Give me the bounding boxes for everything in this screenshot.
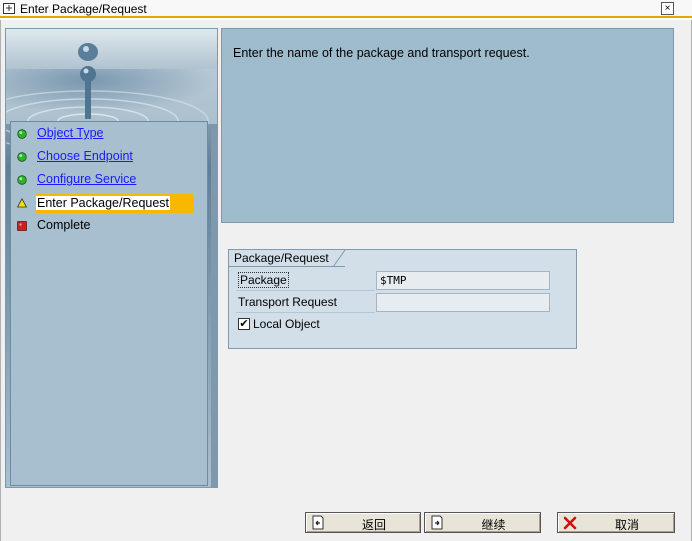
warning-triangle-icon [17,198,27,208]
back-button-label: 返回 [361,518,386,532]
status-red-icon [17,221,27,231]
close-button[interactable]: × [661,2,674,15]
step-label-current: Enter Package/Request [36,194,195,213]
cancel-x-icon [563,516,577,530]
transport-request-row: Transport Request [236,292,550,314]
package-request-group: Package/Request Package $TMP Transport R… [228,249,577,349]
step-label[interactable]: Configure Service [37,172,136,186]
local-object-label: Local Object [253,317,320,331]
continue-page-icon [431,515,443,530]
cancel-button-label: 取消 [614,518,639,532]
continue-button-label: 继续 [481,518,506,532]
dialog-window: Object Type Choose Endpoint Configure Se… [0,20,692,541]
transport-request-label: Transport Request [236,292,375,313]
continue-button[interactable]: 继续 [424,512,541,533]
package-label: Package [236,270,375,291]
back-page-icon [312,515,324,530]
roadmap-panel: Object Type Choose Endpoint Configure Se… [5,28,218,488]
local-object-row: ✔ Local Object [236,314,550,336]
package-input[interactable]: $TMP [376,271,550,290]
step-configure-service[interactable]: Configure Service [11,170,207,190]
step-enter-package-request[interactable]: Enter Package/Request [11,193,207,213]
instruction-text: Enter the name of the package and transp… [233,46,530,60]
step-label[interactable]: Choose Endpoint [37,149,133,163]
package-row: Package $TMP [236,270,550,292]
step-label: Complete [37,218,91,232]
status-green-icon [17,175,27,185]
title-bar: Enter Package/Request × [0,0,692,18]
status-green-icon [17,152,27,162]
step-complete: Complete [11,216,207,236]
step-list: Object Type Choose Endpoint Configure Se… [10,121,208,486]
back-button[interactable]: 返回 [305,512,421,533]
info-panel: Enter the name of the package and transp… [221,28,674,223]
step-object-type[interactable]: Object Type [11,124,207,144]
transport-request-input[interactable] [376,293,550,312]
cancel-button[interactable]: 取消 [557,512,675,533]
local-object-checkbox[interactable]: ✔ [238,318,250,330]
step-choose-endpoint[interactable]: Choose Endpoint [11,147,207,167]
status-green-icon [17,129,27,139]
step-label[interactable]: Object Type [37,126,103,140]
package-form: Package $TMP Transport Request ✔ Local O… [236,270,550,336]
window-title: Enter Package/Request [20,2,147,16]
group-tab-edge [333,250,346,267]
window-app-icon [3,3,15,14]
group-title: Package/Request [229,250,345,267]
